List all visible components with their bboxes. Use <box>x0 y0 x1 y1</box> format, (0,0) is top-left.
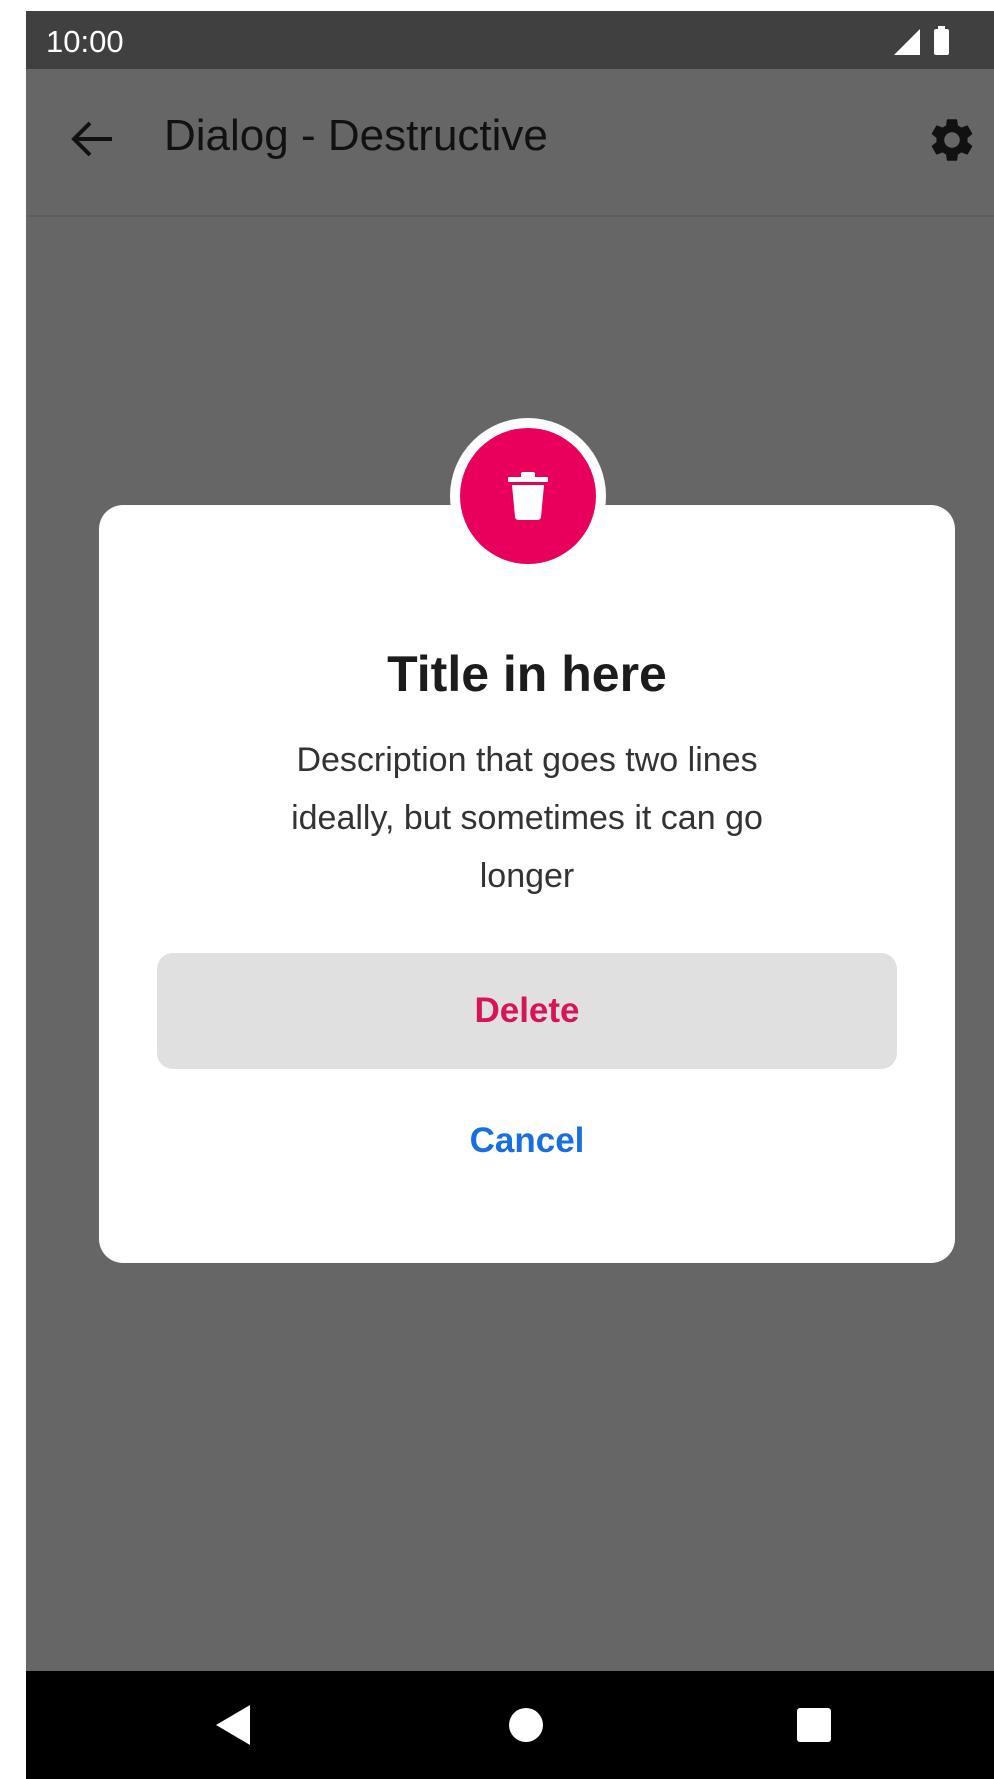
nav-recents-button[interactable] <box>784 1695 844 1755</box>
arrow-back-icon <box>71 121 112 157</box>
signal-icon <box>894 29 920 55</box>
nav-recents-icon <box>797 1708 831 1742</box>
page-title: Dialog - Destructive <box>164 111 548 160</box>
delete-button[interactable]: Delete <box>157 953 897 1069</box>
status-icons <box>890 25 970 59</box>
cancel-button[interactable]: Cancel <box>407 1101 647 1181</box>
battery-icon <box>934 26 949 55</box>
dialog-description: Description that goes two lines ideally,… <box>291 741 763 895</box>
system-nav-bar <box>26 1671 994 1779</box>
dialog-icon-badge <box>460 428 596 564</box>
app-bar: Dialog - Destructive <box>26 69 994 217</box>
status-bar: 10:00 <box>26 11 994 69</box>
dialog-title: Title in here <box>387 646 667 702</box>
status-time: 10:00 <box>46 24 124 59</box>
nav-home-button[interactable] <box>496 1695 556 1755</box>
device-screen: 10:00 Dialog - Destructive Title in here… <box>26 11 994 1779</box>
nav-back-button[interactable] <box>202 1695 262 1755</box>
nav-back-icon <box>216 1705 250 1745</box>
trash-icon <box>508 472 548 520</box>
gear-icon <box>931 119 973 161</box>
destructive-dialog: Title in here Description that goes two … <box>99 505 955 1263</box>
nav-home-icon <box>509 1708 543 1742</box>
settings-button[interactable] <box>926 107 992 173</box>
back-button[interactable] <box>62 109 122 169</box>
